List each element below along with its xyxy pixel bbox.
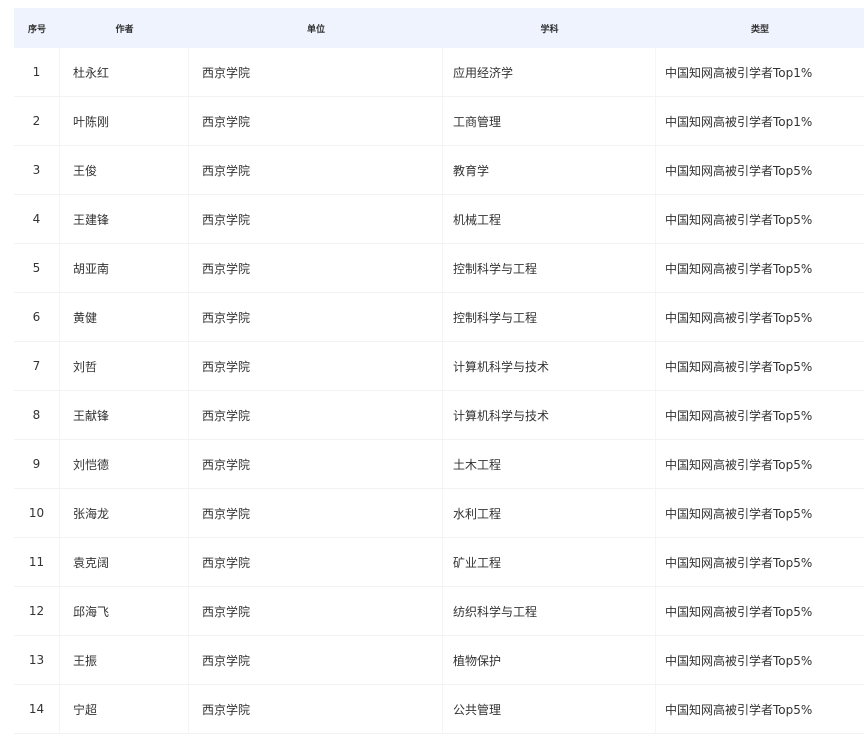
cell-unit: 西京学院 (189, 636, 443, 684)
cell-unit: 西京学院 (189, 685, 443, 733)
table-row: 14 宁超 西京学院 公共管理 中国知网高被引学者Top5% (14, 685, 864, 734)
cell-subject: 教育学 (443, 146, 656, 194)
table-row: 8 王献锋 西京学院 计算机科学与技术 中国知网高被引学者Top5% (14, 391, 864, 440)
cell-author: 王建锋 (60, 195, 189, 243)
cell-author: 王俊 (60, 146, 189, 194)
cell-index: 14 (14, 685, 60, 733)
cell-author: 胡亚南 (60, 244, 189, 292)
cell-author: 刘哲 (60, 342, 189, 390)
cell-unit: 西京学院 (189, 48, 443, 96)
cell-author: 叶陈刚 (60, 97, 189, 145)
cell-type: 中国知网高被引学者Top5% (665, 555, 813, 570)
header-index[interactable]: 序号 (14, 8, 60, 48)
cell-subject: 矿业工程 (443, 538, 656, 586)
cell-index: 9 (14, 440, 60, 488)
cell-index: 2 (14, 97, 60, 145)
table-row: 9 刘恺德 西京学院 土木工程 中国知网高被引学者Top5% (14, 440, 864, 489)
cell-index: 5 (14, 244, 60, 292)
cell-unit: 西京学院 (189, 587, 443, 635)
cell-type: 中国知网高被引学者Top5% (665, 702, 813, 717)
cell-index: 12 (14, 587, 60, 635)
cell-author: 王献锋 (60, 391, 189, 439)
cell-subject: 土木工程 (443, 440, 656, 488)
cell-index: 3 (14, 146, 60, 194)
cell-author: 王振 (60, 636, 189, 684)
cell-subject: 机械工程 (443, 195, 656, 243)
cell-type: 中国知网高被引学者Top5% (665, 604, 813, 619)
cell-type: 中国知网高被引学者Top5% (665, 310, 813, 325)
cell-subject: 计算机科学与技术 (443, 391, 656, 439)
cell-subject: 纺织科学与工程 (443, 587, 656, 635)
header-type[interactable]: 类型 (656, 8, 864, 48)
cell-index: 7 (14, 342, 60, 390)
cell-type: 中国知网高被引学者Top1% (665, 65, 813, 80)
table-row: 1 杜永红 西京学院 应用经济学 中国知网高被引学者Top1% (14, 48, 864, 97)
header-author[interactable]: 作者 (60, 8, 189, 48)
cell-unit: 西京学院 (189, 440, 443, 488)
cell-author: 杜永红 (60, 48, 189, 96)
table-row: 3 王俊 西京学院 教育学 中国知网高被引学者Top5% (14, 146, 864, 195)
cell-subject: 植物保护 (443, 636, 656, 684)
cell-author: 黄健 (60, 293, 189, 341)
cell-subject: 水利工程 (443, 489, 656, 537)
cell-type: 中国知网高被引学者Top5% (665, 506, 813, 521)
cell-unit: 西京学院 (189, 293, 443, 341)
cell-subject: 公共管理 (443, 685, 656, 733)
cell-type: 中国知网高被引学者Top5% (665, 457, 813, 472)
cell-unit: 西京学院 (189, 97, 443, 145)
table-row: 13 王振 西京学院 植物保护 中国知网高被引学者Top5% (14, 636, 864, 685)
cell-author: 张海龙 (60, 489, 189, 537)
cell-type: 中国知网高被引学者Top5% (665, 212, 813, 227)
cell-index: 1 (14, 48, 60, 96)
table-row: 7 刘哲 西京学院 计算机科学与技术 中国知网高被引学者Top5% (14, 342, 864, 391)
cell-author: 邱海飞 (60, 587, 189, 635)
table-body: 1 杜永红 西京学院 应用经济学 中国知网高被引学者Top1% 2 叶陈刚 西京学院 工商管理中… (14, 48, 864, 734)
cell-unit: 西京学院 (189, 489, 443, 537)
cell-index: 10 (14, 489, 60, 537)
header-unit[interactable]: 单位 (189, 8, 443, 48)
cell-index: 11 (14, 538, 60, 586)
cell-type: 中国知网高被引学者Top5% (665, 261, 813, 276)
table-row: 2 叶陈刚 西京学院 工商管理 中国知网高被引学者Top1% (14, 97, 864, 146)
cell-unit: 西京学院 (189, 342, 443, 390)
table-header: 序号 作者 单位 学科 类型 (14, 8, 864, 48)
cell-type: 中国知网高被引学者Top5% (665, 408, 813, 423)
table-row: 4 王建锋 西京学院 机械工程 中国知网高被引学者Top5% (14, 195, 864, 244)
cell-author: 宁超 (60, 685, 189, 733)
cell-type: 中国知网高被引学者Top5% (665, 163, 813, 178)
cell-author: 刘恺德 (60, 440, 189, 488)
table-row: 10 张海龙 西京学院 水利工程 中国知网高被引学者Top5% (14, 489, 864, 538)
cell-index: 13 (14, 636, 60, 684)
cell-index: 4 (14, 195, 60, 243)
cell-subject: 工商管理 (443, 97, 656, 145)
cell-type: 中国知网高被引学者Top1% (665, 114, 813, 129)
table-row: 6 黄健 西京学院 控制科学与工程 中国知网高被引学者Top5% (14, 293, 864, 342)
cell-unit: 西京学院 (189, 146, 443, 194)
header-subject[interactable]: 学科 (443, 8, 656, 48)
cell-subject: 计算机科学与技术 (443, 342, 656, 390)
scholar-table: 序号 作者 单位 学科 类型 1 杜永红 西京学院 应用经济学 中国知网高被引学者Top… (14, 8, 864, 734)
cell-subject: 控制科学与工程 (443, 293, 656, 341)
cell-unit: 西京学院 (189, 244, 443, 292)
cell-author: 袁克阔 (60, 538, 189, 586)
cell-type: 中国知网高被引学者Top5% (665, 653, 813, 668)
cell-type: 中国知网高被引学者Top5% (665, 359, 813, 374)
cell-subject: 应用经济学 (443, 48, 656, 96)
table-row: 12 邱海飞 西京学院 纺织科学与工程 中国知网高被引学者Top5% (14, 587, 864, 636)
table-row: 11 袁克阔 西京学院 矿业工程 中国知网高被引学者Top5% (14, 538, 864, 587)
cell-index: 6 (14, 293, 60, 341)
cell-unit: 西京学院 (189, 538, 443, 586)
table-row: 5 胡亚南 西京学院 控制科学与工程 中国知网高被引学者Top5% (14, 244, 864, 293)
cell-unit: 西京学院 (189, 195, 443, 243)
cell-unit: 西京学院 (189, 391, 443, 439)
cell-index: 8 (14, 391, 60, 439)
cell-subject: 控制科学与工程 (443, 244, 656, 292)
